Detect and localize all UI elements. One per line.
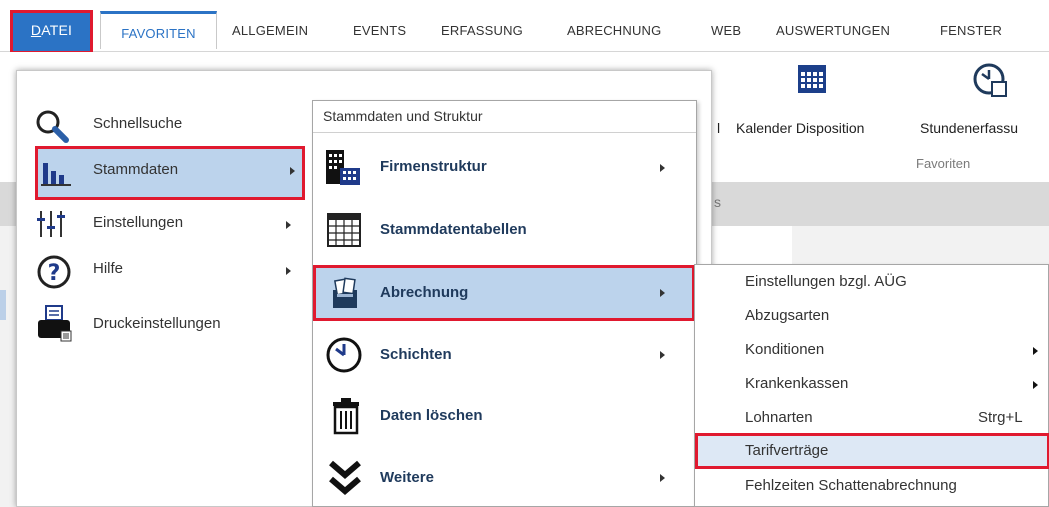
ribbon-item-stundenerfassung[interactable]: Stundenerfassu — [920, 120, 1018, 136]
submenu-arrow-icon — [286, 267, 291, 275]
submenu-label: Daten löschen — [380, 407, 483, 424]
magnifier-icon — [35, 109, 69, 143]
submenu-arrow-icon — [660, 351, 665, 359]
submenu-arrow-icon — [660, 289, 665, 297]
tab-web[interactable]: WEB — [711, 11, 741, 49]
abrechnung-label: Abzugsarten — [745, 307, 830, 324]
svg-text:?: ? — [48, 261, 61, 286]
double-chevron-down-icon — [327, 459, 363, 497]
side-indicator — [0, 290, 6, 320]
abrechnung-label: Konditionen — [745, 341, 825, 358]
submenu-item-stammdatentabellen[interactable]: Stammdatentabellen — [325, 213, 685, 247]
stammdaten-submenu: Stammdaten und Struktur Firmenstruktur S… — [312, 100, 697, 507]
abrechnung-label: Lohnarten — [745, 409, 813, 426]
submenu-title: Stammdaten und Struktur — [323, 108, 483, 124]
ribbon-item-kalender-disposition[interactable]: Kalender Disposition — [736, 120, 864, 136]
submenu-arrow-icon — [660, 474, 665, 482]
submenu-label: Stammdatentabellen — [380, 221, 527, 238]
billing-box-icon — [329, 276, 363, 310]
abrechnung-item-fehlzeiten[interactable]: Fehlzeiten Schattenabrechnung — [745, 475, 1045, 499]
abrechnung-label: Fehlzeiten Schattenabrechnung — [745, 477, 957, 494]
file-menu-item-stammdaten[interactable]: Stammdaten — [41, 155, 301, 189]
sliders-icon — [37, 209, 65, 239]
tab-allgemein[interactable]: ALLGEMEIN — [232, 11, 308, 49]
submenu-item-firmenstruktur[interactable]: Firmenstruktur — [325, 149, 685, 187]
bar-chart-icon — [41, 159, 75, 187]
tab-abrechnung[interactable]: ABRECHNUNG — [567, 11, 661, 49]
file-menu-item-schnellsuche[interactable]: Schnellsuche — [35, 109, 315, 143]
tab-events[interactable]: EVENTS — [353, 11, 406, 49]
abrechnung-label: Einstellungen bzgl. AÜG — [745, 273, 907, 290]
app-window: DATEI FAVORITEN ALLGEMEIN EVENTS ERFASSU… — [0, 0, 1049, 507]
submenu-divider — [313, 132, 696, 133]
abrechnung-item-konditionen[interactable]: Konditionen — [745, 339, 1045, 363]
abrechnung-label: Krankenkassen — [745, 375, 849, 392]
file-menu-label: Druckeinstellungen — [93, 315, 221, 332]
tab-auswertungen[interactable]: AUSWERTUNGEN — [776, 11, 890, 49]
submenu-item-abrechnung[interactable]: Abrechnung — [325, 274, 685, 312]
file-menu-label: Einstellungen — [93, 214, 184, 231]
abrechnung-submenu: Einstellungen bzgl. AÜG Abzugsarten Kond… — [694, 264, 1049, 507]
ribbon-tab-bar: DATEI FAVORITEN ALLGEMEIN EVENTS ERFASSU… — [0, 0, 1049, 54]
tab-erfassung[interactable]: ERFASSUNG — [441, 11, 523, 49]
submenu-item-schichten[interactable]: Schichten — [325, 336, 685, 374]
submenu-item-weitere[interactable]: Weitere — [325, 459, 685, 497]
submenu-label: Schichten — [380, 346, 452, 363]
abrechnung-item-abzugsarten[interactable]: Abzugsarten — [745, 305, 1045, 329]
printer-icon — [37, 305, 73, 345]
buildings-icon — [325, 149, 361, 187]
submenu-arrow-icon — [1033, 381, 1038, 389]
submenu-label: Abrechnung — [380, 284, 469, 301]
submenu-arrow-icon — [290, 167, 295, 175]
tab-datei[interactable]: DATEI — [10, 10, 93, 54]
submenu-label: Weitere — [380, 469, 434, 486]
submenu-label: Firmenstruktur — [380, 158, 487, 175]
file-menu-label: Schnellsuche — [93, 115, 183, 132]
abrechnung-item-einstellungen-aueg[interactable]: Einstellungen bzgl. AÜG — [745, 271, 1045, 295]
ribbon-item-fragment[interactable]: l — [717, 120, 720, 136]
clock-icon — [325, 336, 363, 374]
table-grid-icon — [327, 213, 361, 247]
trash-icon — [331, 397, 361, 435]
file-menu-item-druckeinstellungen[interactable]: Druckeinstellungen — [37, 305, 301, 345]
calendar-grid-icon — [797, 64, 827, 94]
submenu-item-daten-loeschen[interactable]: Daten löschen — [325, 397, 685, 435]
file-menu-label: Hilfe — [93, 260, 124, 277]
abrechnung-item-lohnarten[interactable]: Lohnarten Strg+L — [745, 407, 1045, 431]
abrechnung-item-krankenkassen[interactable]: Krankenkassen — [745, 373, 1045, 397]
tab-fenster[interactable]: FENSTER — [940, 11, 1002, 49]
file-menu-item-einstellungen[interactable]: Einstellungen — [37, 209, 301, 243]
workspace-panel — [712, 226, 792, 266]
band-text-fragment: s — [714, 194, 721, 210]
ribbon-group-label: Favoriten — [916, 156, 971, 171]
submenu-arrow-icon — [286, 221, 291, 229]
submenu-arrow-icon — [660, 164, 665, 172]
timesheet-clock-icon — [972, 62, 1008, 98]
file-menu-item-hilfe[interactable]: ? Hilfe — [37, 255, 301, 289]
file-menu-label: Stammdaten — [93, 161, 179, 178]
submenu-arrow-icon — [1033, 347, 1038, 355]
help-icon: ? — [37, 255, 71, 289]
shortcut-label: Strg+L — [978, 409, 1023, 426]
abrechnung-label: Tarifverträge — [745, 442, 829, 459]
tab-favoriten[interactable]: FAVORITEN — [100, 11, 217, 49]
abrechnung-item-tarifvertraege[interactable]: Tarifverträge — [745, 440, 1045, 464]
